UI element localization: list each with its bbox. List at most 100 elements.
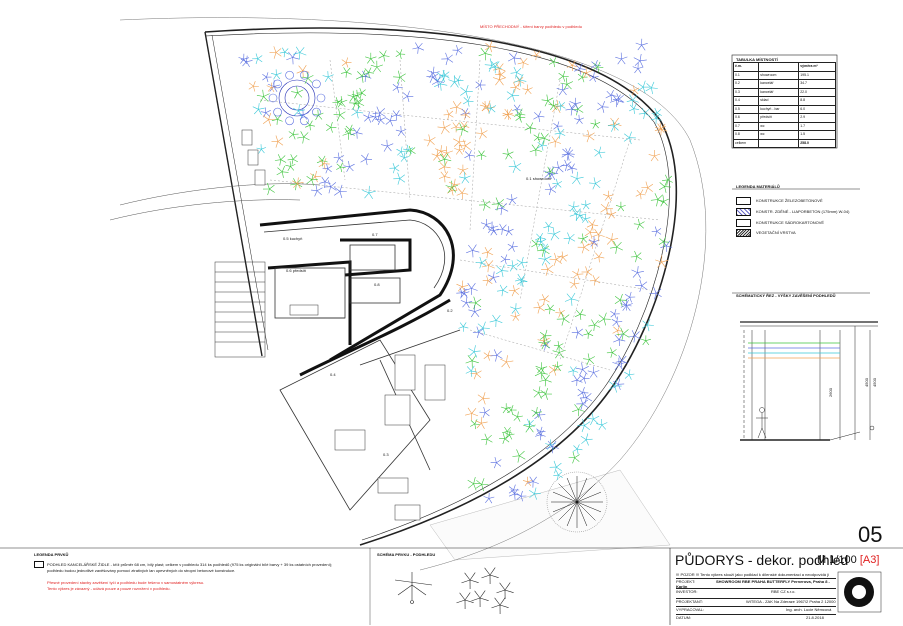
round-table-chair xyxy=(273,107,282,117)
ceiling-cross xyxy=(611,316,623,328)
round-table-chair xyxy=(316,93,326,103)
ceiling-cross xyxy=(431,75,445,88)
ceiling-cross xyxy=(579,373,590,384)
ceiling-cross xyxy=(482,275,493,286)
ceiling-cross xyxy=(512,449,526,463)
ceiling-cross xyxy=(522,84,533,95)
ceiling-cross xyxy=(465,365,478,377)
ceiling-cross xyxy=(593,251,605,263)
ceiling-cross xyxy=(609,240,623,254)
ceiling-cross xyxy=(370,60,383,73)
ceiling-cross xyxy=(574,309,586,320)
section-colored-lines xyxy=(748,342,840,359)
ceiling-cross xyxy=(285,161,296,172)
cell: 22.0 xyxy=(798,87,836,97)
outer-facade xyxy=(204,27,678,546)
ceiling-cross xyxy=(544,183,557,196)
ceiling-cross xyxy=(274,154,287,166)
ceiling-cross xyxy=(620,299,632,311)
ceiling-cross xyxy=(483,492,495,504)
tb-row-investor: INVESTOR: RBE CZ s.r.o. xyxy=(676,588,836,594)
ceiling-cross xyxy=(510,311,521,322)
ceiling-cross xyxy=(399,152,410,163)
ceiling-cross xyxy=(596,100,609,113)
ceiling-cross xyxy=(269,46,282,59)
ceiling-cross xyxy=(478,47,492,61)
table-row: 0.1 showroom 195.1 xyxy=(732,70,836,80)
stairs xyxy=(214,261,266,358)
ceiling-cross xyxy=(485,102,497,114)
cell: 0.3 xyxy=(732,87,760,97)
ceiling-cross xyxy=(476,150,487,160)
ceiling-cross xyxy=(271,135,284,148)
ceiling-cross xyxy=(500,355,514,369)
legend-swatch-masonry xyxy=(736,208,751,216)
ceiling-cross xyxy=(581,266,593,278)
ceiling-cross xyxy=(279,47,290,58)
element-scheme-top xyxy=(456,567,514,615)
ceiling-cross xyxy=(623,131,636,145)
ceiling-cross xyxy=(499,433,510,445)
ceiling-cross xyxy=(385,114,397,127)
materials-legend-title: LEGENDA MATERIÁLŮ xyxy=(736,184,780,189)
bottom-legend-title: LEGENDA PRVKŮ xyxy=(34,552,69,557)
ceiling-cross xyxy=(288,129,299,140)
section-title: SCHÉMATICKÝ ŘEZ - VÝŠKY ZAVĚŠENÍ PODHLED… xyxy=(736,293,836,298)
ceiling-cross xyxy=(252,53,263,65)
ceiling-cross xyxy=(537,334,550,347)
ceiling-cross xyxy=(615,52,628,65)
ceiling-cross xyxy=(539,374,552,387)
ceiling-cross xyxy=(583,353,595,366)
total-value: 258.0 xyxy=(798,138,836,148)
ceiling-cross xyxy=(572,268,584,281)
ceiling-cross xyxy=(583,329,594,339)
ceiling-cross xyxy=(240,55,253,68)
tb-row-date: DATUM: 21.8.2018 xyxy=(676,614,836,620)
ceiling-cross xyxy=(443,109,454,120)
ceiling-cross xyxy=(537,132,551,145)
ceiling-cross xyxy=(549,460,562,474)
ceiling-cross xyxy=(524,122,536,134)
ceiling-cross xyxy=(375,114,386,126)
section-dim-3: 2600 xyxy=(827,388,833,397)
table-total-row: celkem 258.0 xyxy=(732,138,836,148)
ceiling-cross xyxy=(507,405,517,415)
ceiling-cross xyxy=(393,172,406,185)
ceiling-cross xyxy=(460,84,473,99)
ceiling-cross xyxy=(238,53,250,64)
round-table-chair xyxy=(268,93,278,103)
ceiling-cross xyxy=(641,181,654,194)
ceiling-cross xyxy=(557,251,569,263)
table-row: 0.5 kuchyň - bar 6.0 xyxy=(732,104,836,114)
room-label-0-4: 0.4 xyxy=(330,372,336,377)
ceiling-cross xyxy=(469,296,482,310)
ceiling-cross xyxy=(588,177,601,190)
ceiling-cross xyxy=(535,362,548,374)
ceiling-cross xyxy=(460,109,471,120)
ceiling-cross xyxy=(640,335,651,346)
ceiling-cross xyxy=(581,200,591,210)
ceiling-cross xyxy=(538,252,552,266)
ceiling-cross xyxy=(560,159,572,172)
ceiling-cross xyxy=(569,208,583,222)
ceiling-cross xyxy=(326,122,337,133)
ceiling-cross xyxy=(306,173,318,186)
legend-item-drywall: KONSTRUKCE SÁDROKARTONOVÉ xyxy=(756,220,825,225)
cell: 0.2 xyxy=(732,79,760,89)
cell: 195.1 xyxy=(798,70,836,80)
header-area: výměra m² xyxy=(798,62,836,72)
ceiling-cross xyxy=(271,69,282,80)
ceiling-cross xyxy=(333,152,345,164)
ceiling-cross xyxy=(481,246,494,259)
ceiling-cross xyxy=(533,409,546,421)
ceiling-cross xyxy=(628,103,640,114)
ceiling-cross xyxy=(495,264,509,278)
drawing-scale: M 1/100 [A3] xyxy=(817,554,880,566)
title-note: !!! POZOR !!! Tento výkres slouží jako p… xyxy=(676,572,829,577)
ceiling-cross xyxy=(543,221,554,232)
ceiling-cross xyxy=(475,79,486,91)
ceiling-cross xyxy=(343,160,355,173)
ceiling-cross xyxy=(549,252,563,266)
ceiling-cross xyxy=(389,162,400,174)
ceiling-cross xyxy=(553,340,564,351)
